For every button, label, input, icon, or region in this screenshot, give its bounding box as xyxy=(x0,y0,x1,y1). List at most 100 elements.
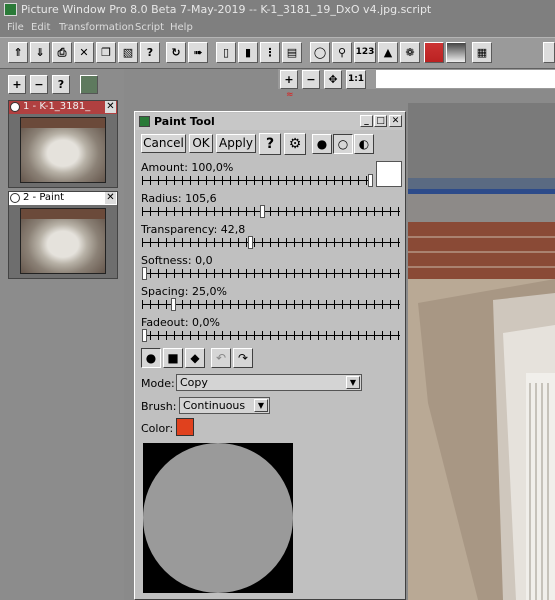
overflow-button[interactable] xyxy=(543,42,555,63)
paint-tool-dialog: Paint Tool _ □ ✕ Cancel OK Apply ? ⚙ ● ○… xyxy=(134,111,406,600)
undo-icon[interactable]: ↶ xyxy=(211,348,231,368)
mouse-icon[interactable]: ◯ xyxy=(310,42,330,63)
fadeout-label: Fadeout: 0,0% xyxy=(141,316,220,329)
image-list-panel: + − ? 1 - K-1_3181_ ✕ 2 - Paint ✕ xyxy=(0,69,124,600)
histogram-icon[interactable]: ▲ xyxy=(378,42,398,63)
round-tip-icon[interactable]: ● xyxy=(141,348,161,368)
color-label: Color: xyxy=(141,422,174,435)
thumbnail-header: 1 - K-1_3181_ ✕ xyxy=(9,101,117,114)
square-tip-icon[interactable]: ■ xyxy=(163,348,183,368)
split-view-icon[interactable]: ▮ xyxy=(238,42,258,63)
fadeout-slider[interactable] xyxy=(142,329,400,342)
fit-icon[interactable]: ✥ xyxy=(324,70,342,89)
softness-slider[interactable] xyxy=(142,267,400,280)
mode-select[interactable]: Copy ▼ xyxy=(176,374,362,391)
mode-label: Mode: xyxy=(141,377,175,390)
close-icon[interactable]: ✕ xyxy=(105,101,116,113)
minimize-icon[interactable]: _ xyxy=(360,115,373,127)
softness-label: Softness: 0,0 xyxy=(141,254,213,267)
grid-icon[interactable]: ▦ xyxy=(472,42,492,63)
mode-value: Copy xyxy=(180,376,208,389)
help-icon[interactable]: ? xyxy=(140,42,160,63)
print-icon[interactable]: ⎙ xyxy=(52,42,72,63)
apply-button[interactable]: Apply xyxy=(216,134,256,153)
close-icon[interactable]: ✕ xyxy=(105,192,116,204)
menu-help[interactable]: Help xyxy=(170,22,193,33)
gradient-icon[interactable] xyxy=(424,42,444,63)
amount-label: Amount: 100,0% xyxy=(141,161,234,174)
save-icon[interactable]: ⇓ xyxy=(30,42,50,63)
chevron-down-icon: ▼ xyxy=(346,376,360,389)
zoom-out-icon[interactable]: − xyxy=(30,75,48,94)
close-icon[interactable]: ✕ xyxy=(74,42,94,63)
amount-swatch[interactable] xyxy=(376,161,402,187)
one-to-one-button[interactable]: 1:1 xyxy=(346,70,366,89)
main-toolbar: ⇑ ⇓ ⎙ ✕ ❐ ▧ ? ↻ ➠ ▯ ▮ ⋮ ▤ ◯ ⚲ 123 ▲ ❁ ▦ xyxy=(0,37,555,69)
maximize-icon[interactable]: □ xyxy=(374,115,387,127)
diamond-tip-icon[interactable]: ◆ xyxy=(185,348,205,368)
thumbnail-image xyxy=(20,208,106,274)
help-button[interactable]: ? xyxy=(259,133,281,155)
thumbnail-header: 2 - Paint ✕ xyxy=(9,192,117,205)
canvas-ruler: ≈ xyxy=(278,89,555,103)
dialog-title: Paint Tool xyxy=(154,115,215,128)
radius-slider[interactable] xyxy=(142,205,400,218)
transparency-slider[interactable] xyxy=(142,236,400,249)
run-icon[interactable]: ➠ xyxy=(188,42,208,63)
canvas-info-field xyxy=(376,70,555,88)
thumbnail-card-2[interactable]: 2 - Paint ✕ xyxy=(8,191,118,279)
title-bar: Picture Window Pro 8.0 Beta 7-May-2019 -… xyxy=(0,0,555,20)
brush-shape-solid-icon[interactable]: ● xyxy=(312,134,332,154)
copy-icon[interactable]: ❐ xyxy=(96,42,116,63)
color-swatch[interactable] xyxy=(176,418,194,436)
thumbnail-radio[interactable] xyxy=(10,102,20,112)
menu-script[interactable]: Script xyxy=(135,22,164,33)
brush-value: Continuous xyxy=(183,399,246,412)
redo-icon[interactable]: ↷ xyxy=(233,348,253,368)
amount-slider[interactable] xyxy=(142,174,373,187)
marker-icon: ≈ xyxy=(286,90,294,100)
chevron-down-icon: ▼ xyxy=(254,399,268,412)
menu-transformation[interactable]: Transformation xyxy=(59,22,134,33)
spacing-slider[interactable] xyxy=(142,298,400,311)
brush-preview-circle xyxy=(143,443,293,593)
brush-shape-outline-icon[interactable]: ○ xyxy=(333,134,353,154)
brush-shape-half-icon[interactable]: ◐ xyxy=(354,134,374,154)
paste-icon[interactable]: ▧ xyxy=(118,42,138,63)
thumbnail-label: 1 - K-1_3181_ xyxy=(23,101,91,112)
multi-view-icon[interactable]: ⋮ xyxy=(260,42,280,63)
menu-file[interactable]: File xyxy=(7,22,24,33)
panel-help-icon[interactable]: ? xyxy=(52,75,70,94)
dialog-title-bar: Paint Tool _ □ ✕ xyxy=(136,113,404,130)
canvas-zoom-in-icon[interactable]: + xyxy=(280,70,298,89)
single-view-icon[interactable]: ▯ xyxy=(216,42,236,63)
number-icon[interactable]: 123 xyxy=(354,42,376,63)
cancel-button[interactable]: Cancel xyxy=(141,134,186,153)
zoom-in-icon[interactable]: + xyxy=(8,75,26,94)
gray-icon[interactable] xyxy=(446,42,466,63)
menu-bar: File Edit Transformation Script Help xyxy=(0,20,555,37)
brush-preview xyxy=(143,443,293,593)
canvas-zoom-out-icon[interactable]: − xyxy=(302,70,320,89)
palette-icon[interactable]: ❁ xyxy=(400,42,420,63)
zoom-icon[interactable]: ⚲ xyxy=(332,42,352,63)
close-icon[interactable]: ✕ xyxy=(389,115,402,127)
spacing-label: Spacing: 25,0% xyxy=(141,285,227,298)
thumbnail-card-1[interactable]: 1 - K-1_3181_ ✕ xyxy=(8,100,118,188)
transparency-label: Transparency: 42,8 xyxy=(141,223,246,236)
thumbnail-image xyxy=(20,117,106,183)
app-icon xyxy=(4,3,17,16)
brush-select[interactable]: Continuous ▼ xyxy=(179,397,270,414)
radius-label: Radius: 105,6 xyxy=(141,192,217,205)
refresh-icon[interactable]: ↻ xyxy=(166,42,186,63)
menu-edit[interactable]: Edit xyxy=(31,22,50,33)
film-icon[interactable]: ▤ xyxy=(282,42,302,63)
color-box-icon[interactable] xyxy=(80,75,98,94)
brush-label: Brush: xyxy=(141,400,177,413)
paint-tool-icon xyxy=(139,116,150,127)
open-icon[interactable]: ⇑ xyxy=(8,42,28,63)
window-title: Picture Window Pro 8.0 Beta 7-May-2019 -… xyxy=(21,3,432,16)
ok-button[interactable]: OK xyxy=(189,134,213,153)
thumbnail-radio[interactable] xyxy=(10,193,20,203)
settings-gear-icon[interactable]: ⚙ xyxy=(284,133,306,155)
